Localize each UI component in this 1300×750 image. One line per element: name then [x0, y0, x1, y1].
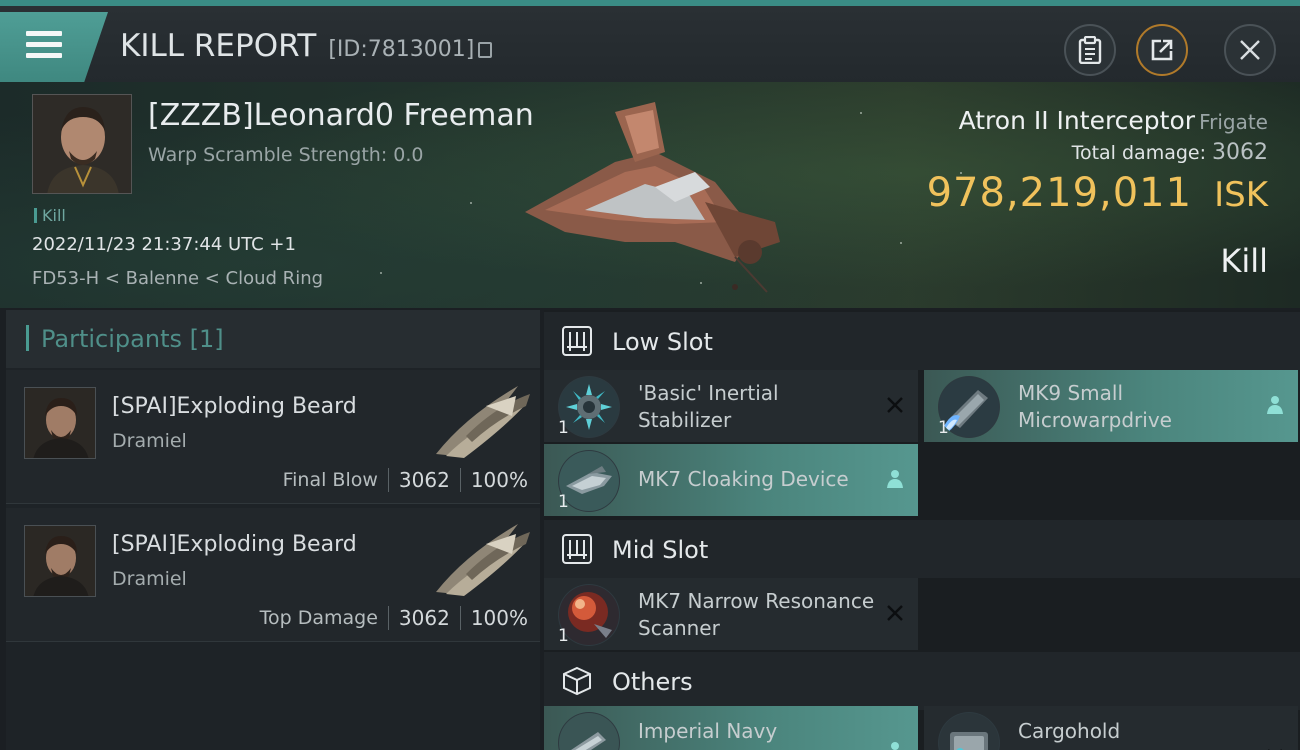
destroyed-icon	[887, 397, 903, 413]
item-quantity: 1	[558, 418, 569, 438]
participant-ship-image[interactable]	[426, 514, 534, 600]
report-id: [ID:7813001]	[328, 37, 475, 62]
participants-title: Participants [1]	[26, 325, 224, 353]
participant-role: Top Damage	[259, 607, 378, 629]
item-name: MK7 Narrow Resonance Scanner	[638, 589, 875, 640]
isk-amount: 978,219,011	[926, 170, 1193, 216]
participant-name[interactable]: [SPAI]Exploding Beard	[112, 532, 357, 557]
participant-avatar[interactable]	[24, 387, 96, 459]
victim-name[interactable]: [ZZZB]Leonard0 Freeman	[148, 98, 534, 133]
victim-ship-class: Frigate	[1199, 110, 1268, 134]
clipboard-icon	[1078, 36, 1102, 64]
destroyed-icon	[1268, 749, 1282, 750]
result-label: Kill	[1220, 242, 1268, 280]
page-title: KILL REPORT	[120, 28, 317, 64]
share-button[interactable]	[1136, 24, 1188, 76]
victim-avatar[interactable]	[32, 94, 132, 194]
fitting-item[interactable]: 1 MK7 Narrow Resonance Scanner	[544, 578, 918, 650]
participant-ship: Dramiel	[112, 568, 187, 590]
fitting-item[interactable]: 1 'Basic' Inertial Stabilizer	[544, 370, 918, 442]
participant-percent: 100%	[470, 468, 528, 492]
participant-name[interactable]: [SPAI]Exploding Beard	[112, 394, 357, 419]
item-name: Imperial Navy	[638, 719, 778, 743]
participant-percent: 100%	[470, 606, 528, 630]
kill-tag: Kill	[34, 206, 66, 225]
destroyed-icon	[887, 605, 903, 621]
item-name: 'Basic' Inertial Stabilizer	[638, 381, 779, 432]
item-quantity: 1	[558, 492, 569, 512]
cargohold-icon	[938, 712, 1000, 750]
participant-damage: 3062	[398, 606, 450, 630]
participant-role: Final Blow	[282, 469, 378, 491]
menu-icon	[26, 31, 62, 59]
person-icon	[891, 742, 899, 750]
others-title: Others	[612, 668, 693, 696]
fitting-item[interactable]: Imperial Navy	[544, 706, 918, 750]
clipboard-button[interactable]	[1064, 24, 1116, 76]
share-icon	[1151, 39, 1173, 61]
total-damage: Total damage: 3062	[1072, 140, 1268, 165]
victim-ship-image	[525, 102, 780, 293]
fitting-item[interactable]: 1 MK7 Cloaking Device	[544, 444, 918, 516]
person-icon	[1267, 396, 1283, 414]
fitting-panel: Low Slot 1 'Basic' Inertial Stabilizer 1…	[544, 310, 1300, 750]
menu-button[interactable]	[0, 12, 108, 82]
participant-ship: Dramiel	[112, 430, 187, 452]
warp-scramble-strength: Warp Scramble Strength: 0.0	[148, 144, 424, 166]
mid-slot-title: Mid Slot	[612, 536, 709, 564]
item-name: Cargohold	[1018, 719, 1121, 743]
item-quantity: 1	[938, 418, 949, 438]
victim-ship[interactable]: Atron II Interceptor Frigate	[959, 106, 1268, 135]
kill-datetime: 2022/11/23 21:37:44 UTC +1	[32, 234, 296, 255]
item-name: MK9 Small Microwarpdrive	[1018, 381, 1172, 432]
item-name: MK7 Cloaking Device	[638, 467, 849, 491]
isk-value: 978,219,011 ISK	[927, 170, 1268, 216]
item-quantity: 1	[558, 626, 569, 646]
mid-slot-header: Mid Slot	[544, 520, 1300, 578]
participant-damage: 3062	[398, 468, 450, 492]
low-slot-icon	[562, 326, 592, 356]
participant-card[interactable]: [SPAI]Exploding Beard Dramiel Top Damage…	[6, 508, 540, 642]
low-slot-header: Low Slot	[544, 312, 1300, 370]
isk-unit: ISK	[1214, 175, 1268, 215]
kill-location[interactable]: FD53-H < Balenne < Cloud Ring	[32, 268, 323, 289]
cube-icon	[563, 666, 591, 696]
victim-banner: [ZZZB]Leonard0 Freeman Warp Scramble Str…	[0, 82, 1300, 308]
participant-card[interactable]: [SPAI]Exploding Beard Dramiel Final Blow…	[6, 370, 540, 504]
person-icon	[887, 470, 903, 488]
others-header: Others	[544, 652, 1300, 710]
total-damage-value: 3062	[1212, 140, 1268, 165]
close-icon	[1240, 40, 1260, 60]
participants-header: Participants [1]	[6, 310, 540, 368]
victim-ship-name: Atron II Interceptor	[958, 106, 1196, 135]
participants-panel: Participants [1] [SPAI]Exploding Beard D…	[6, 310, 540, 750]
low-slot-title: Low Slot	[612, 328, 713, 356]
fitting-item[interactable]: Cargohold	[924, 706, 1298, 750]
participant-stats: Top Damage 3062 100%	[260, 606, 528, 630]
imperial-navy-icon	[558, 712, 620, 750]
participant-stats: Final Blow 3062 100%	[283, 468, 528, 492]
close-button[interactable]	[1224, 24, 1276, 76]
copy-icon[interactable]	[478, 42, 493, 58]
total-damage-label: Total damage:	[1071, 142, 1206, 164]
title-area: KILL REPORT [ID:7813001]	[120, 28, 493, 64]
mid-slot-icon	[562, 534, 592, 564]
participant-ship-image[interactable]	[426, 376, 534, 462]
top-bar: KILL REPORT [ID:7813001]	[0, 0, 1300, 82]
participant-avatar[interactable]	[24, 525, 96, 597]
fitting-item[interactable]: 1 MK9 Small Microwarpdrive	[924, 370, 1298, 442]
